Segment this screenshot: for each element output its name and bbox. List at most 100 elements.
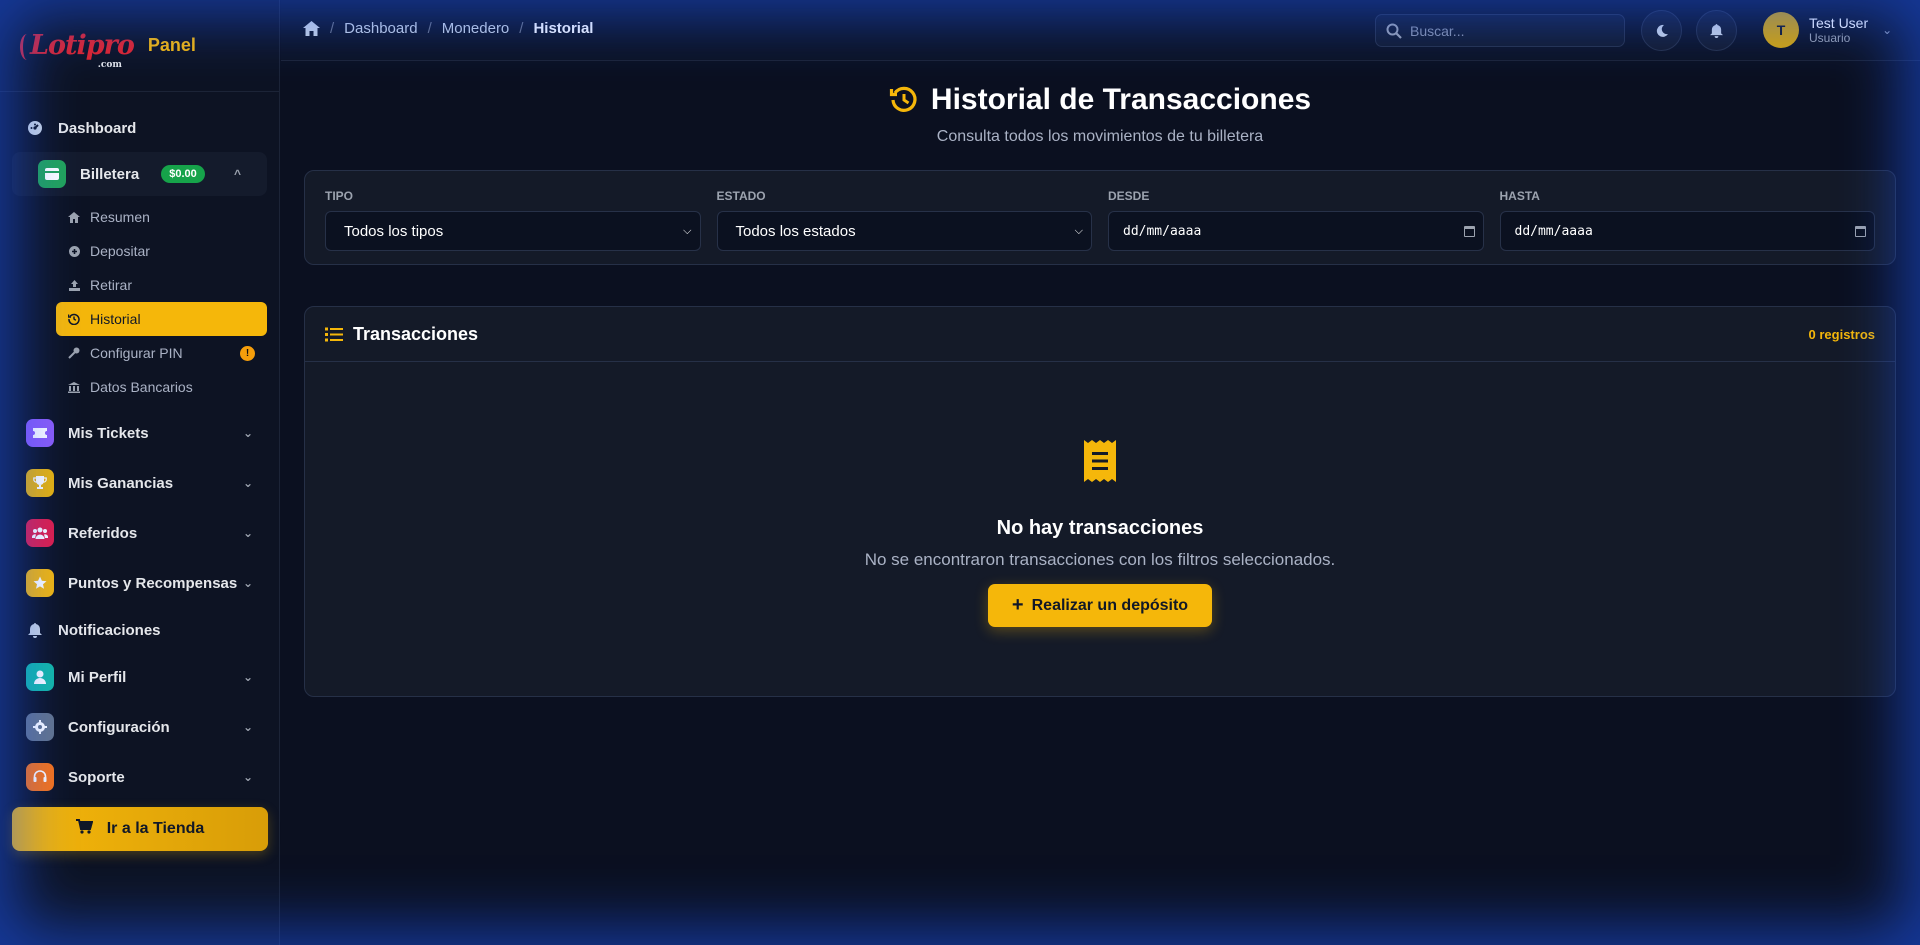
- sidebar-item-label: Notificaciones: [58, 621, 161, 639]
- records-count: 0 registros: [1808, 326, 1875, 342]
- sidebar-item-wallet[interactable]: Billetera $0.00 ^: [26, 152, 267, 196]
- sidebar-item-retirar[interactable]: Retirar: [56, 268, 267, 302]
- transactions-header: Transacciones 0 registros: [305, 307, 1895, 362]
- moon-icon: [1655, 24, 1669, 38]
- user-name: Test User: [1809, 14, 1869, 31]
- chevron-down-icon: ⌵: [1074, 224, 1083, 237]
- from-date-value: dd/mm/aaaa: [1123, 223, 1202, 239]
- empty-title: No hay transacciones: [996, 517, 1204, 539]
- filter-type-label: TIPO: [325, 189, 354, 203]
- sidebar-item-dashboard[interactable]: Dashboard: [0, 106, 279, 150]
- plus-circle-icon: [68, 245, 80, 257]
- sidebar-item-label: Soporte: [68, 768, 125, 786]
- top-bar: / Dashboard / Monedero / Historial T Tes…: [281, 0, 1920, 61]
- page-header: Historial de Transacciones Consulta todo…: [304, 61, 1896, 146]
- status-select-value: Todos los estados: [735, 222, 856, 240]
- calendar-icon[interactable]: [1463, 225, 1475, 237]
- chevron-down-icon: ⌄: [242, 576, 253, 590]
- make-deposit-button[interactable]: + Realizar un depósito: [987, 584, 1213, 627]
- list-icon: [325, 327, 343, 342]
- lotipro-logo: Lotipro .com: [20, 30, 135, 70]
- transactions-title-text: Transacciones: [353, 323, 479, 344]
- sidebar-item-configurar-pin[interactable]: Configurar PIN !: [56, 336, 267, 370]
- breadcrumb: / Dashboard / Monedero / Historial: [303, 20, 593, 37]
- chevron-down-icon: ⌵: [683, 224, 692, 237]
- go-to-store-button[interactable]: Ir a la Tienda: [12, 807, 268, 851]
- chevron-up-icon: ^: [233, 167, 241, 181]
- sidebar-item-mi-perfil[interactable]: Mi Perfil ⌄: [0, 652, 279, 702]
- sidebar-item-depositar[interactable]: Depositar: [56, 234, 267, 268]
- user-role: Usuario: [1809, 30, 1851, 45]
- sidebar-item-configuracion[interactable]: Configuración ⌄: [0, 702, 279, 752]
- sidebar-item-soporte[interactable]: Soporte ⌄: [0, 752, 279, 802]
- search-box[interactable]: [1375, 14, 1625, 47]
- empty-state: No hay transacciones No se encontraron t…: [305, 362, 1895, 627]
- search-input[interactable]: [1410, 22, 1610, 39]
- type-select[interactable]: Todos los tipos ⌵: [325, 211, 701, 251]
- bell-icon: [26, 622, 44, 638]
- sidebar-item-mis-ganancias[interactable]: Mis Ganancias ⌄: [0, 458, 279, 508]
- receipt-icon: [1084, 440, 1116, 487]
- logo-suffix: .com: [97, 60, 122, 70]
- breadcrumb-current: Historial: [533, 20, 594, 37]
- brand[interactable]: Lotipro .com Panel: [0, 0, 279, 92]
- user-icon: [26, 663, 54, 691]
- sidebar-item-resumen[interactable]: Resumen: [56, 200, 267, 234]
- sidebar-item-mis-tickets[interactable]: Mis Tickets ⌄: [0, 408, 279, 458]
- to-date-value: dd/mm/aaaa: [1514, 223, 1593, 239]
- calendar-icon[interactable]: [1855, 225, 1866, 237]
- chevron-down-icon: ⌄: [242, 670, 253, 684]
- sidebar-item-notificaciones[interactable]: Notificaciones: [0, 608, 279, 652]
- avatar: T: [1763, 12, 1799, 48]
- transactions-card: Transacciones 0 registros No hay transac…: [304, 306, 1896, 697]
- wallet-icon: [38, 160, 66, 188]
- filter-from: DESDE dd/mm/aaaa: [1108, 189, 1484, 264]
- wallet-submenu: Resumen Depositar Retirar Historial Conf…: [0, 198, 279, 408]
- sidebar-item-label: Mis Tickets: [68, 424, 149, 442]
- to-date-input[interactable]: dd/mm/aaaa: [1499, 211, 1875, 251]
- pin-warning-badge: !: [240, 345, 255, 361]
- gear-icon: [26, 713, 54, 741]
- sidebar-item-historial[interactable]: Historial: [56, 302, 267, 336]
- filter-status: ESTADO Todos los estados ⌵: [716, 189, 1092, 264]
- filters-panel: TIPO Todos los tipos ⌵ ESTADO Todos los …: [304, 170, 1896, 265]
- status-select[interactable]: Todos los estados ⌵: [716, 211, 1092, 251]
- breadcrumb-monedero[interactable]: Monedero: [442, 20, 510, 37]
- store-button-label: Ir a la Tienda: [106, 820, 205, 837]
- plus-icon: +: [1011, 594, 1024, 616]
- user-menu[interactable]: T Test User Usuario ⌄: [1763, 12, 1892, 48]
- home-icon[interactable]: [303, 21, 320, 36]
- page-title-text: Historial de Transacciones: [930, 83, 1312, 116]
- notifications-button[interactable]: [1696, 10, 1737, 51]
- dashboard-icon: [26, 120, 44, 136]
- filter-status-label: ESTADO: [716, 189, 766, 203]
- search-icon: [1386, 23, 1402, 39]
- filter-to: HASTA dd/mm/aaaa: [1499, 189, 1875, 264]
- empty-subtitle: No se encontraron transacciones con los …: [864, 550, 1336, 569]
- sub-item-label: Historial: [90, 311, 141, 327]
- deposit-button-label: Realizar un depósito: [1031, 596, 1189, 614]
- sub-item-label: Datos Bancarios: [90, 379, 193, 395]
- sidebar-item-label: Mi Perfil: [68, 668, 127, 686]
- chevron-down-icon: ⌄: [242, 770, 253, 784]
- bank-icon: [68, 381, 80, 393]
- sidebar-item-puntos-recompensas[interactable]: Puntos y Recompensas ⌄: [0, 558, 279, 608]
- sidebar-item-label: Referidos: [68, 524, 138, 542]
- from-date-input[interactable]: dd/mm/aaaa: [1108, 211, 1484, 251]
- sidebar-item-datos-bancarios[interactable]: Datos Bancarios: [56, 370, 267, 404]
- logo-text: Lotipro: [30, 30, 135, 61]
- page-title: Historial de Transacciones: [889, 83, 1311, 117]
- theme-toggle-button[interactable]: [1641, 10, 1682, 51]
- cart-icon: [75, 819, 94, 839]
- sidebar-item-label: Puntos y Recompensas: [68, 574, 238, 592]
- sidebar-item-referidos[interactable]: Referidos ⌄: [0, 508, 279, 558]
- headset-icon: [26, 763, 54, 791]
- breadcrumb-dashboard[interactable]: Dashboard: [344, 20, 417, 37]
- type-select-value: Todos los tipos: [344, 222, 444, 240]
- sidebar-item-label: Dashboard: [58, 119, 137, 137]
- chevron-down-icon: ⌄: [1882, 23, 1893, 37]
- users-icon: [26, 519, 54, 547]
- main-content: Historial de Transacciones Consulta todo…: [304, 61, 1896, 697]
- sub-item-label: Configurar PIN: [90, 345, 183, 361]
- filter-from-label: DESDE: [1108, 189, 1150, 203]
